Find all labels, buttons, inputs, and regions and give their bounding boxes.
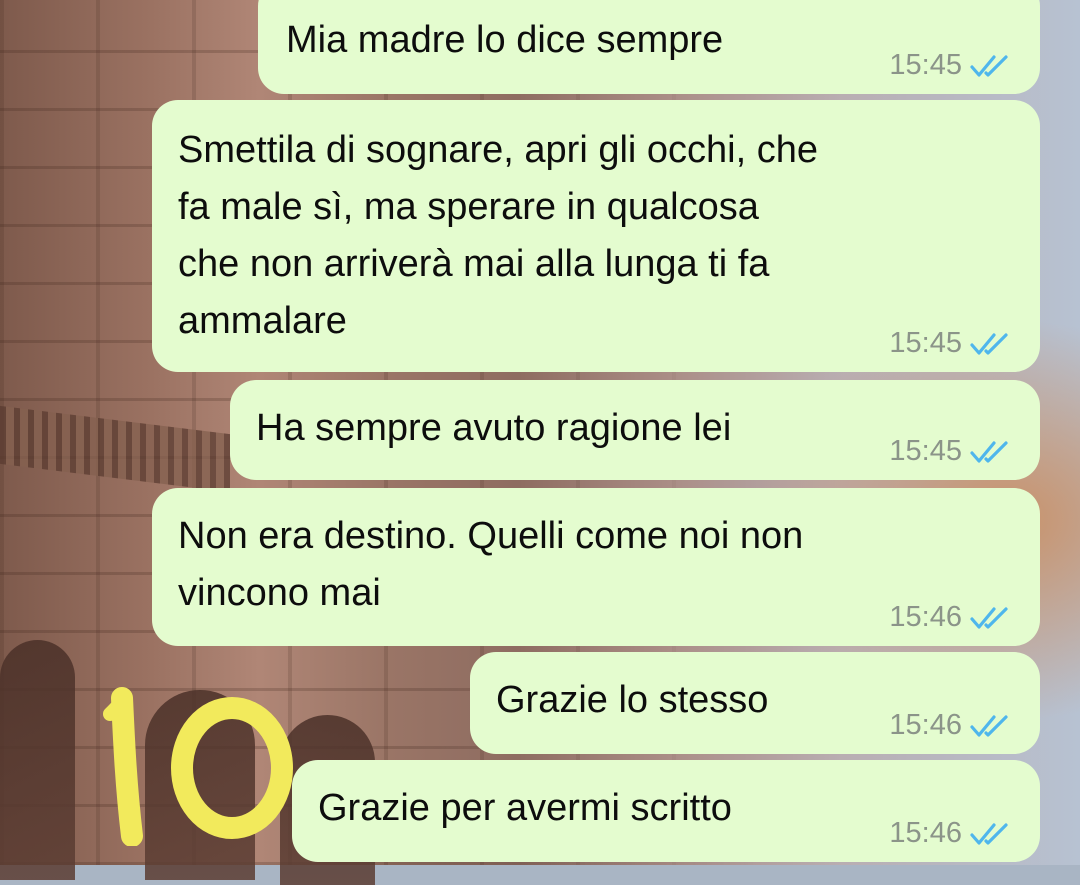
message-meta: 15:45 xyxy=(889,327,1016,360)
double-check-icon xyxy=(970,332,1008,355)
handwritten-number-annotation xyxy=(103,687,293,846)
message-text: Smettila di sognare, apri gli occhi, che… xyxy=(178,129,818,342)
double-check-icon xyxy=(970,606,1008,629)
message-text: Mia madre lo dice sempre xyxy=(286,19,724,61)
message-bubble[interactable]: Smettila di sognare, apri gli occhi, che… xyxy=(152,100,1040,372)
message-bubble[interactable]: Grazie lo stesso 15:46 xyxy=(470,652,1040,754)
message-bubble[interactable]: Grazie per avermi scritto 15:46 xyxy=(292,760,1040,862)
message-meta: 15:46 xyxy=(889,601,1016,634)
message-text: Grazie per avermi scritto xyxy=(318,787,732,829)
double-check-icon xyxy=(970,54,1008,77)
wallpaper-ledge xyxy=(0,405,230,493)
message-bubble[interactable]: Non era destino. Quelli come noi non vin… xyxy=(152,488,1040,646)
message-text: Grazie lo stesso xyxy=(496,679,769,721)
message-text: Non era destino. Quelli come noi non vin… xyxy=(178,515,804,614)
message-bubble[interactable]: Mia madre lo dice sempre 15:45 xyxy=(258,0,1040,94)
message-meta: 15:45 xyxy=(889,435,1016,468)
message-time: 15:46 xyxy=(889,601,962,633)
double-check-icon xyxy=(970,822,1008,845)
message-time: 15:45 xyxy=(889,327,962,359)
message-time: 15:46 xyxy=(889,709,962,741)
message-time: 15:46 xyxy=(889,817,962,849)
message-meta: 15:46 xyxy=(889,709,1016,742)
message-meta: 15:45 xyxy=(889,49,1016,82)
wallpaper-arch xyxy=(0,640,75,880)
double-check-icon xyxy=(970,714,1008,737)
message-text: Ha sempre avuto ragione lei xyxy=(256,407,732,449)
message-bubble[interactable]: Ha sempre avuto ragione lei 15:45 xyxy=(230,380,1040,480)
double-check-icon xyxy=(970,440,1008,463)
message-time: 15:45 xyxy=(889,49,962,81)
message-meta: 15:46 xyxy=(889,817,1016,850)
message-time: 15:45 xyxy=(889,435,962,467)
